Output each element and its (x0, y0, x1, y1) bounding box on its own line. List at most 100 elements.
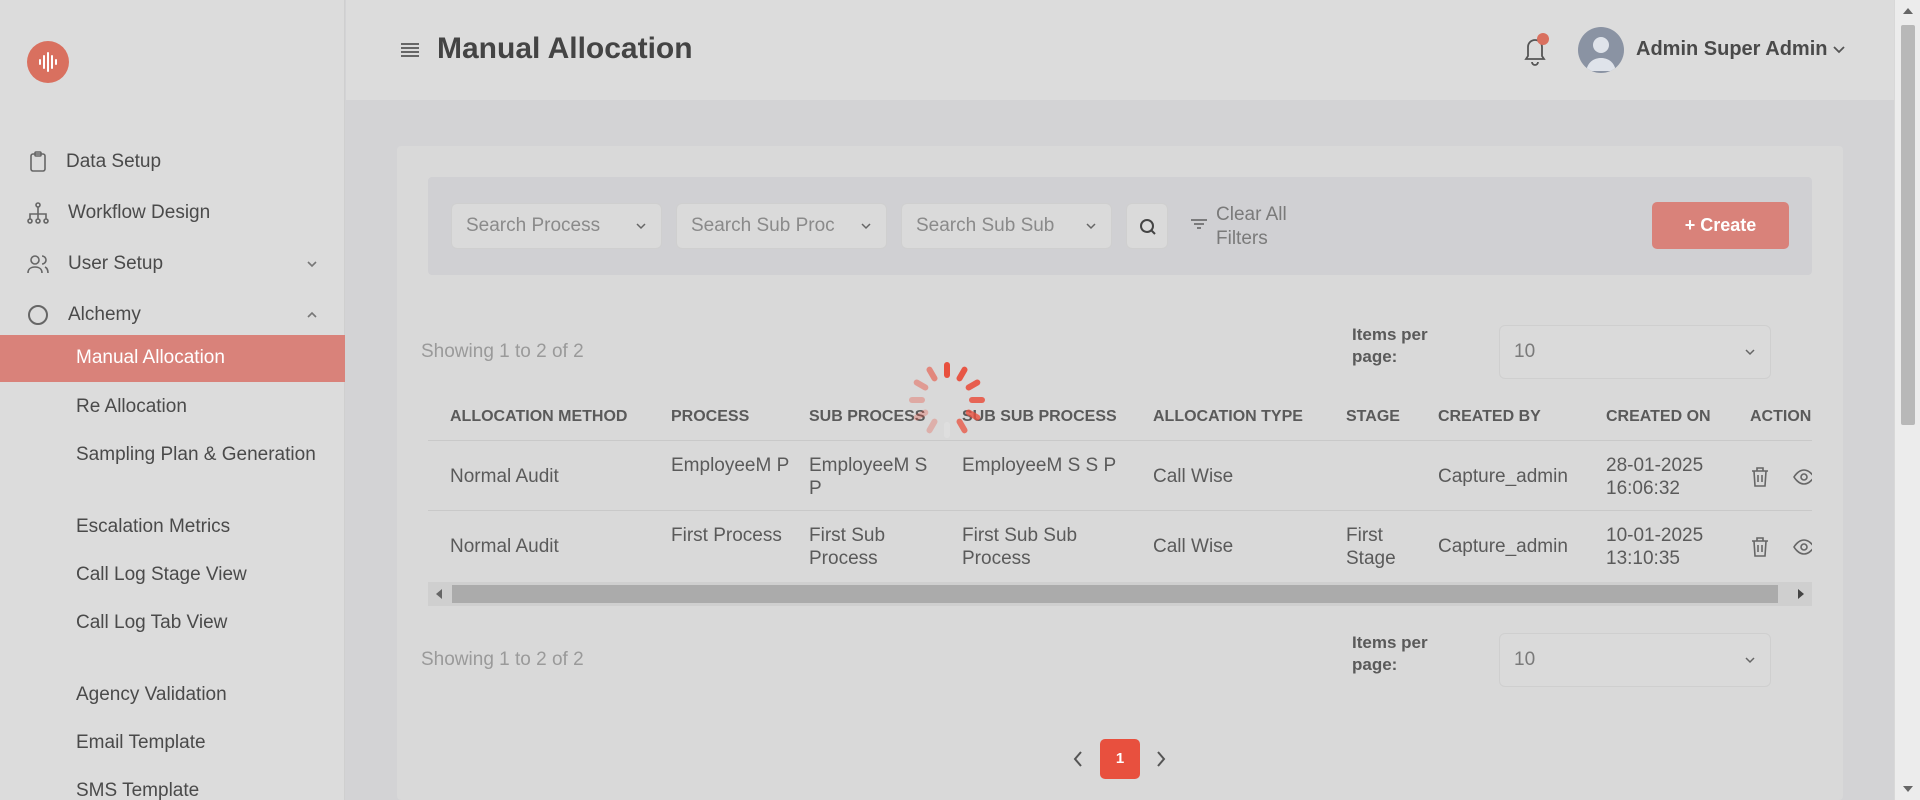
avatar[interactable] (1578, 27, 1624, 73)
process-filter-select[interactable]: Search Process (451, 203, 662, 249)
search-icon (1140, 219, 1156, 235)
sidebar: Data Setup Workflow Design User Setup Al… (0, 0, 345, 800)
page-title: Manual Allocation (437, 32, 693, 65)
chevron-down-icon (1086, 223, 1096, 230)
sub-sub-process-filter-select[interactable]: Search Sub Sub (901, 203, 1112, 249)
chevron-down-icon[interactable] (1832, 44, 1846, 56)
showing-count: Showing 1 to 2 of 2 (421, 341, 584, 362)
loading-spinner-icon (909, 362, 985, 438)
user-name[interactable]: Admin Super Admin (1636, 38, 1827, 61)
column-header: ACTION (1750, 408, 1812, 425)
submenu-item-agency-validation[interactable]: Agency Validation (76, 683, 316, 707)
chevron-down-icon (1745, 657, 1755, 664)
delete-icon[interactable] (1748, 535, 1772, 559)
sub-sub-process-filter-placeholder: Search Sub Sub (916, 215, 1055, 236)
table-cell: First Stage (1346, 525, 1396, 569)
scrollbar-thumb[interactable] (1901, 25, 1915, 425)
submenu-item-re-allocation[interactable]: Re Allocation (76, 395, 316, 419)
table-cell: EmployeeM P (671, 455, 790, 476)
submenu-item-email-template[interactable]: Email Template (76, 731, 316, 755)
allocation-table: ALLOCATION METHOD PROCESS SUB PROCESS SU… (428, 392, 1812, 582)
chevron-down-icon (861, 223, 871, 230)
table-cell: 28-01-2025 16:06:32 (1606, 455, 1704, 499)
chevron-down-icon (1745, 349, 1755, 356)
delete-icon[interactable] (1748, 465, 1772, 489)
submenu-item-call-log-tab-view[interactable]: Call Log Tab View (76, 611, 316, 635)
submenu-item-manual-allocation[interactable]: Manual Allocation (0, 335, 345, 382)
clear-filters-button[interactable]: Clear All Filters (1190, 203, 1336, 251)
search-button[interactable] (1126, 203, 1168, 249)
view-icon[interactable] (1792, 535, 1812, 559)
showing-count: Showing 1 to 2 of 2 (421, 649, 584, 670)
top-header: Manual Allocation Admin Super Admin (346, 0, 1894, 100)
submenu-item-sms-template[interactable]: SMS Template (76, 779, 316, 800)
page-number-button[interactable]: 1 (1100, 739, 1140, 779)
table-cell: Normal Audit (450, 466, 559, 487)
column-header[interactable]: PROCESS (671, 408, 749, 426)
submenu-item-escalation-metrics[interactable]: Escalation Metrics (76, 515, 316, 539)
table-cell: First Sub Sub Process (962, 525, 1078, 569)
column-header[interactable]: STAGE (1346, 408, 1400, 426)
hierarchy-icon (27, 202, 49, 224)
scroll-down-arrow[interactable] (1903, 786, 1913, 792)
column-header[interactable]: ALLOCATION METHOD (450, 408, 627, 426)
table-cell: Capture_admin (1438, 466, 1568, 487)
sidebar-item-label: Workflow Design (68, 202, 211, 223)
chevron-up-icon (307, 311, 317, 318)
table-cell: First Sub Process (809, 525, 886, 569)
next-page-icon[interactable] (1154, 749, 1168, 769)
column-header[interactable]: ALLOCATION TYPE (1153, 408, 1303, 426)
sidebar-item-label: Data Setup (66, 151, 162, 172)
submenu-item-call-log-stage-view[interactable]: Call Log Stage View (76, 563, 316, 587)
user-avatar-icon (1586, 37, 1616, 71)
notification-badge (1537, 33, 1549, 45)
table-cell: Capture_admin (1438, 536, 1568, 557)
items-per-page-select[interactable]: 10 (1499, 633, 1771, 687)
table-cell: Call Wise (1153, 466, 1234, 487)
soundwave-icon (39, 52, 57, 72)
table-cell: EmployeeM S S P (962, 455, 1117, 476)
row-divider (428, 510, 1812, 511)
sub-process-filter-select[interactable]: Search Sub Proc (676, 203, 887, 249)
sub-process-filter-placeholder: Search Sub Proc (691, 215, 835, 236)
items-per-page-label: Items per page: (1352, 325, 1428, 366)
scroll-up-arrow[interactable] (1903, 8, 1913, 14)
sidebar-item-user-setup[interactable]: User Setup (0, 240, 345, 288)
hamburger-menu-icon[interactable] (400, 42, 420, 58)
sidebar-item-data-setup[interactable]: Data Setup (0, 138, 345, 186)
chevron-down-icon (307, 261, 317, 268)
process-filter-placeholder: Search Process (466, 215, 601, 236)
chevron-down-icon (636, 223, 646, 230)
table-cell: EmployeeM S P (809, 455, 928, 499)
column-header[interactable]: CREATED ON (1606, 408, 1711, 426)
table-horizontal-scrollbar[interactable] (428, 582, 1812, 606)
sidebar-item-label: User Setup (68, 253, 164, 274)
view-icon[interactable] (1792, 465, 1812, 489)
create-button[interactable]: + Create (1652, 202, 1789, 249)
sidebar-item-alchemy[interactable]: Alchemy (0, 291, 345, 339)
items-per-page-label: Items per page: (1352, 633, 1428, 674)
table-cell: Normal Audit (450, 536, 559, 557)
sidebar-item-label: Alchemy (68, 304, 141, 325)
table-cell: 10-01-2025 13:10:35 (1606, 525, 1704, 569)
sidebar-item-workflow-design[interactable]: Workflow Design (0, 189, 345, 237)
users-icon (27, 255, 49, 274)
scroll-left-arrow[interactable] (436, 589, 442, 599)
table-cell: First Process (671, 525, 782, 546)
previous-page-icon[interactable] (1071, 749, 1085, 769)
scrollbar-thumb[interactable] (452, 585, 1778, 603)
table-cell: Call Wise (1153, 536, 1234, 557)
page-vertical-scrollbar[interactable] (1894, 0, 1920, 800)
submenu-item-sampling-plan[interactable]: Sampling Plan & Generation (76, 443, 316, 467)
filter-icon (1191, 219, 1207, 229)
items-per-page-select[interactable]: 10 (1499, 325, 1771, 379)
column-header[interactable]: CREATED BY (1438, 408, 1541, 426)
header-divider (428, 440, 1812, 441)
submenu-item-label: Manual Allocation (76, 347, 225, 368)
clear-filters-label: Clear All Filters (1216, 204, 1287, 249)
clipboard-icon (30, 151, 46, 172)
circle-icon (28, 305, 48, 325)
app-logo[interactable] (27, 41, 69, 83)
items-per-page-value: 10 (1514, 649, 1536, 670)
scroll-right-arrow[interactable] (1798, 589, 1804, 599)
